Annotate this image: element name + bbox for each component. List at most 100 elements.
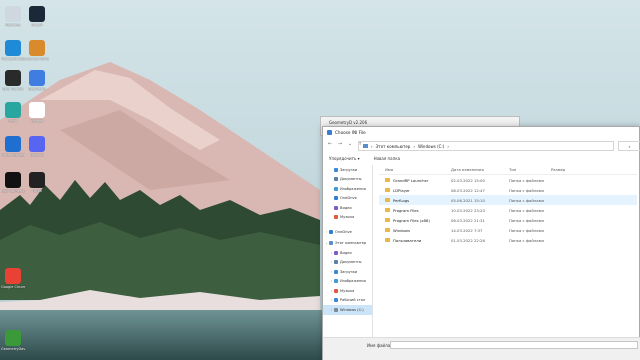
organize-button[interactable]: Упорядочить ▾	[329, 156, 360, 161]
file-name-input[interactable]	[390, 341, 638, 349]
type-cell: Папка с файлами	[509, 177, 544, 183]
nav-item[interactable]: › OneDrive	[323, 227, 372, 237]
file-row[interactable]: Windows 14.03.2022 7:37 Папка с файлами	[379, 225, 637, 235]
forza-icon	[29, 172, 45, 188]
date-modified-cell: 02.03.2022 15:00	[451, 177, 485, 183]
forward-arrow-icon[interactable]: →	[337, 141, 343, 147]
nav-item[interactable]: Изображения	[323, 184, 372, 194]
nav-item-label: Музыка	[340, 288, 355, 293]
column-header-type[interactable]: Тип	[509, 167, 551, 172]
type-cell: Папка с файлами	[509, 187, 544, 193]
folder-icon	[329, 241, 333, 246]
file-row[interactable]: Program Files (x86) 06.03.2022 21:31 Папка…	[379, 215, 637, 225]
folder-icon	[329, 229, 333, 234]
desktop-shortcut[interactable]: Epic Games Launcher	[1, 172, 25, 193]
nav-item-label: Этот компьютер	[335, 241, 367, 246]
desktop-shortcut-label: Paint	[8, 119, 18, 123]
folder-icon	[334, 196, 338, 201]
app-icon	[327, 129, 332, 135]
breadcrumb-drive-c[interactable]: Windows (C:)	[418, 144, 444, 149]
nav-item-label: Видео	[340, 250, 352, 255]
folder-icon	[385, 238, 390, 242]
folder-icon	[334, 260, 338, 265]
nav-item[interactable]: Музыка	[323, 213, 372, 223]
date-modified-cell: 05.06.2021 15:10	[451, 197, 485, 203]
file-name-cell: PerfLogs	[379, 198, 451, 203]
nav-item-label: OneDrive	[340, 196, 357, 201]
recent-chevron-icon[interactable]: ⌄	[347, 141, 353, 147]
folder-icon	[334, 215, 338, 220]
address-bar[interactable]: › Этот компьютер › Windows (C:) ›	[358, 141, 614, 151]
nav-item[interactable]: › Изображения	[323, 277, 372, 287]
nav-item[interactable]: › Рабочий стол	[323, 296, 372, 306]
yandex-icon	[29, 102, 45, 118]
nav-item[interactable]: Загрузки	[323, 165, 372, 175]
folder-icon	[385, 228, 390, 232]
file-row[interactable]: Program Files 10.03.2022 23:20 Папка с фай…	[379, 205, 637, 215]
desktop-shortcut[interactable]: Forza	[25, 172, 49, 193]
type-cell: Папка с файлами	[509, 237, 544, 243]
navigation-pane: Загрузки Документы Изображения OneDrive Виде…	[323, 165, 373, 337]
nav-item[interactable]: Документы	[323, 175, 372, 185]
type-cell: Папка с файлами	[509, 207, 544, 213]
file-name: PerfLogs	[393, 197, 410, 203]
nav-item[interactable]: › Загрузки	[323, 267, 372, 277]
desktop-shortcut[interactable]: Корзина	[1, 6, 25, 27]
file-name-cell: Пользователи	[379, 238, 451, 243]
file-name: Пользователи	[393, 237, 422, 243]
nav-item-label: Документы	[340, 260, 362, 265]
desktop-shortcut[interactable]: Discord	[25, 136, 49, 157]
desktop-shortcut[interactable]: Geometry	[25, 70, 49, 91]
folder-icon	[334, 205, 338, 210]
desktop-shortcut-label: Google Chrome	[1, 285, 25, 289]
desktop-shortcut[interactable]: Steam	[25, 6, 49, 27]
desktop-shortcut[interactable]: Microsoft Edge	[1, 40, 25, 61]
column-header-name[interactable]: Имя	[379, 167, 451, 172]
file-name: GrandRP Launcher	[393, 177, 429, 183]
nav-item[interactable]: › Windows (C:)	[323, 305, 372, 315]
file-row[interactable]: Пользователи 01.03.2022 22:26 Папка с файл…	[379, 235, 637, 245]
search-input[interactable]: ⌕	[618, 141, 640, 151]
back-arrow-icon[interactable]: ←	[327, 141, 333, 147]
nav-item[interactable]: › Документы	[323, 258, 372, 268]
nav-item[interactable]: ⌄ Этот компьютер	[323, 239, 372, 249]
nav-item-label: Изображения	[340, 186, 366, 191]
desktop-shortcut[interactable]: Yandex	[25, 102, 49, 123]
folder-icon	[385, 198, 390, 202]
desktop-shortcut[interactable]: Counter-Strike	[25, 40, 49, 61]
date-modified-cell: 08.03.2022 12:47	[451, 187, 485, 193]
steam-icon	[29, 6, 45, 22]
desktop-shortcut-label: Корзина	[5, 23, 21, 27]
date-modified-cell: 10.03.2022 23:20	[451, 207, 485, 213]
file-row[interactable]: GrandRP Launcher 02.03.2022 15:00 Папка с …	[379, 175, 637, 185]
folder-icon	[385, 178, 390, 182]
desktop-shortcut-label: Microsoft Edge	[1, 57, 25, 61]
nav-item-label: Музыка	[340, 215, 355, 220]
nav-item[interactable]: OneDrive	[323, 194, 372, 204]
desktop-shortcut-label: Forza	[32, 189, 42, 193]
folder-icon	[334, 250, 338, 255]
epic-icon	[5, 70, 21, 86]
file-name-cell: GrandRP Launcher	[379, 178, 451, 183]
file-name-cell: Windows	[379, 228, 451, 233]
breadcrumb-separator: ›	[371, 143, 373, 149]
breadcrumb-this-pc[interactable]: Этот компьютер	[376, 144, 411, 149]
column-header-size[interactable]: Размер	[551, 167, 591, 172]
file-row[interactable]: LDPlayer 08.03.2022 12:47 Папка с файлами	[379, 185, 637, 195]
nav-item[interactable]: › Музыка	[323, 286, 372, 296]
column-header-date[interactable]: Дата изменения	[451, 167, 509, 172]
nav-item[interactable]: › Видео	[323, 248, 372, 258]
desktop-shortcut[interactable]: Google Chrome	[1, 268, 25, 289]
desktop-shortcut[interactable]: Paint	[1, 102, 25, 123]
dialog-title-bar[interactable]: Choose INI File	[323, 127, 639, 137]
folder-icon	[334, 269, 338, 274]
desktop-shortcut-label: Counter-Strike	[25, 57, 49, 61]
file-row[interactable]: PerfLogs 05.06.2021 15:10 Папка с файлами	[379, 195, 637, 205]
new-folder-button[interactable]: Новая папка	[374, 156, 401, 161]
desktop-shortcut-label: Discord	[30, 153, 44, 157]
desktop-shortcut[interactable]: Epic Games	[1, 70, 25, 91]
desktop-shortcut[interactable]: GeometryDash	[1, 330, 25, 351]
desktop-shortcut[interactable]: Malwarebytes	[1, 136, 25, 157]
folder-icon	[385, 188, 390, 192]
nav-item[interactable]: Видео	[323, 203, 372, 213]
